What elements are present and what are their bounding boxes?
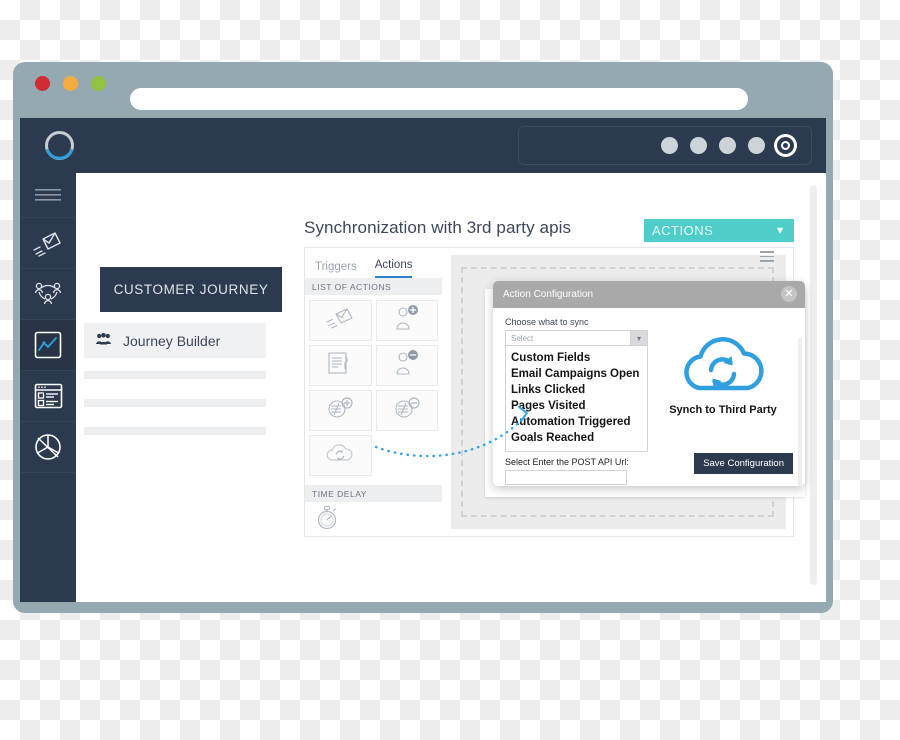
modal-body: Choose what to sync Select ▾ Custom Fiel… [493, 308, 805, 486]
top-nav-dots [518, 126, 812, 165]
minimize-window-button[interactable] [63, 76, 78, 91]
address-bar[interactable] [130, 88, 748, 110]
paper-plane-envelope-icon [33, 230, 63, 257]
modal-scrollbar[interactable] [798, 338, 802, 486]
cloud-sync-illustration: Synch to Third Party [653, 326, 793, 416]
sidebar-item-forms[interactable] [20, 371, 76, 422]
cloud-sync-caption: Synch to Third Party [669, 404, 777, 416]
browser-window: CUSTOMER JOURNEY Journey Builder Synchro… [13, 62, 833, 613]
traffic-lights [35, 76, 106, 91]
sync-option-list[interactable]: Custom Fields Email Campaigns Open Links… [505, 346, 648, 452]
builder-tabs: Triggers Actions [305, 248, 442, 278]
action-tile-time-delay[interactable] [315, 505, 339, 536]
list-item[interactable]: Automation Triggered [511, 414, 642, 430]
add-contact-icon [393, 305, 421, 336]
modal-title: Action Configuration [503, 289, 594, 300]
journey-canvas[interactable]: Action Configuration ✕ Choose what to sy… [451, 251, 805, 529]
action-tile-add-score[interactable] [309, 390, 372, 431]
sidebar-item-campaigns[interactable] [20, 218, 76, 269]
action-configuration-modal: Action Configuration ✕ Choose what to sy… [493, 281, 805, 486]
action-tile-send-email[interactable] [309, 300, 372, 341]
app-top-bar [20, 118, 826, 173]
app-content: CUSTOMER JOURNEY Journey Builder Synchro… [76, 173, 826, 602]
list-of-actions-header: LIST OF ACTIONS [305, 278, 442, 295]
placeholder-row [84, 371, 266, 379]
tooltip-label: CUSTOMER JOURNEY [113, 282, 269, 297]
sidebar-item-journey-builder[interactable]: Journey Builder [84, 323, 266, 358]
actions-button-label: ACTIONS [652, 223, 714, 238]
time-delay-header: TIME DELAY [305, 485, 442, 502]
tab-triggers-label: Triggers [315, 261, 357, 273]
journey-chart-icon [34, 331, 62, 359]
placeholder-row [84, 399, 266, 407]
action-tile-edit-note[interactable] [309, 345, 372, 386]
list-item[interactable]: Pages Visited [511, 398, 642, 414]
sync-select[interactable]: Select ▾ [505, 330, 648, 346]
sync-select-value: Select [511, 333, 534, 343]
list-item[interactable]: Email Campaigns Open [511, 366, 642, 382]
nav-dot-active[interactable] [777, 137, 794, 154]
group-people-icon [96, 332, 111, 350]
nav-dot-2[interactable] [690, 137, 707, 154]
sidebar-item-label: Journey Builder [123, 332, 221, 349]
action-tiles-grid [305, 295, 442, 481]
close-window-button[interactable] [35, 76, 50, 91]
application-window: CUSTOMER JOURNEY Journey Builder Synchro… [20, 118, 826, 602]
placeholder-row [84, 427, 266, 435]
nav-dot-1[interactable] [661, 137, 678, 154]
remove-score-icon [392, 395, 422, 426]
remove-contact-icon [393, 350, 421, 381]
list-item[interactable]: Goals Reached [511, 430, 642, 446]
api-url-input[interactable] [505, 470, 627, 485]
journey-sidebar-list: Journey Builder [84, 323, 266, 455]
nav-dot-4[interactable] [748, 137, 765, 154]
contacts-group-icon [33, 280, 63, 308]
action-tile-add-contact[interactable] [375, 300, 438, 341]
tab-actions-label: Actions [374, 259, 413, 271]
canvas-menu-icon[interactable] [760, 251, 774, 265]
canvas-dashed-area: Action Configuration ✕ Choose what to sy… [461, 251, 805, 517]
sidebar-item-customer-journey[interactable] [20, 320, 76, 371]
tab-actions[interactable]: Actions [374, 259, 413, 278]
edit-note-icon [326, 350, 354, 381]
modal-header: Action Configuration ✕ [493, 281, 805, 308]
cloud-sync-icon [673, 337, 773, 402]
forms-list-icon [34, 383, 63, 409]
tab-triggers[interactable]: Triggers [315, 261, 357, 278]
send-email-icon [325, 306, 355, 335]
action-tile-cloud-sync[interactable] [309, 435, 372, 476]
chevron-down-icon: ▼ [774, 224, 786, 237]
journey-builder-card: Triggers Actions LIST OF ACTIONS TIME DE… [304, 247, 805, 537]
content-scrollbar[interactable] [810, 185, 817, 585]
icon-rail [20, 173, 76, 602]
add-score-icon [325, 395, 355, 426]
sidebar-item-contacts[interactable] [20, 269, 76, 320]
nav-dot-3[interactable] [719, 137, 736, 154]
sidebar-item-menu[interactable] [20, 173, 76, 218]
chevron-down-icon[interactable]: ▾ [630, 331, 647, 345]
pie-chart-icon [34, 433, 62, 461]
sidebar-item-reports[interactable] [20, 422, 76, 473]
list-item[interactable]: Links Clicked [511, 382, 642, 398]
list-item[interactable]: Custom Fields [511, 350, 642, 366]
hamburger-menu-icon [35, 188, 61, 203]
cloud-sync-icon [324, 441, 356, 470]
stopwatch-icon [315, 505, 339, 535]
maximize-window-button[interactable] [91, 76, 106, 91]
save-configuration-button[interactable]: Save Configuration [694, 453, 793, 474]
customer-journey-tooltip: CUSTOMER JOURNEY [100, 267, 282, 312]
action-tile-remove-contact[interactable] [375, 345, 438, 386]
close-icon[interactable]: ✕ [781, 286, 797, 302]
action-tile-remove-score[interactable] [375, 390, 438, 431]
page-title: Synchronization with 3rd party apis [304, 218, 572, 237]
actions-dropdown-button[interactable]: ACTIONS ▼ [644, 219, 794, 242]
circle-loader-logo[interactable] [43, 129, 76, 162]
